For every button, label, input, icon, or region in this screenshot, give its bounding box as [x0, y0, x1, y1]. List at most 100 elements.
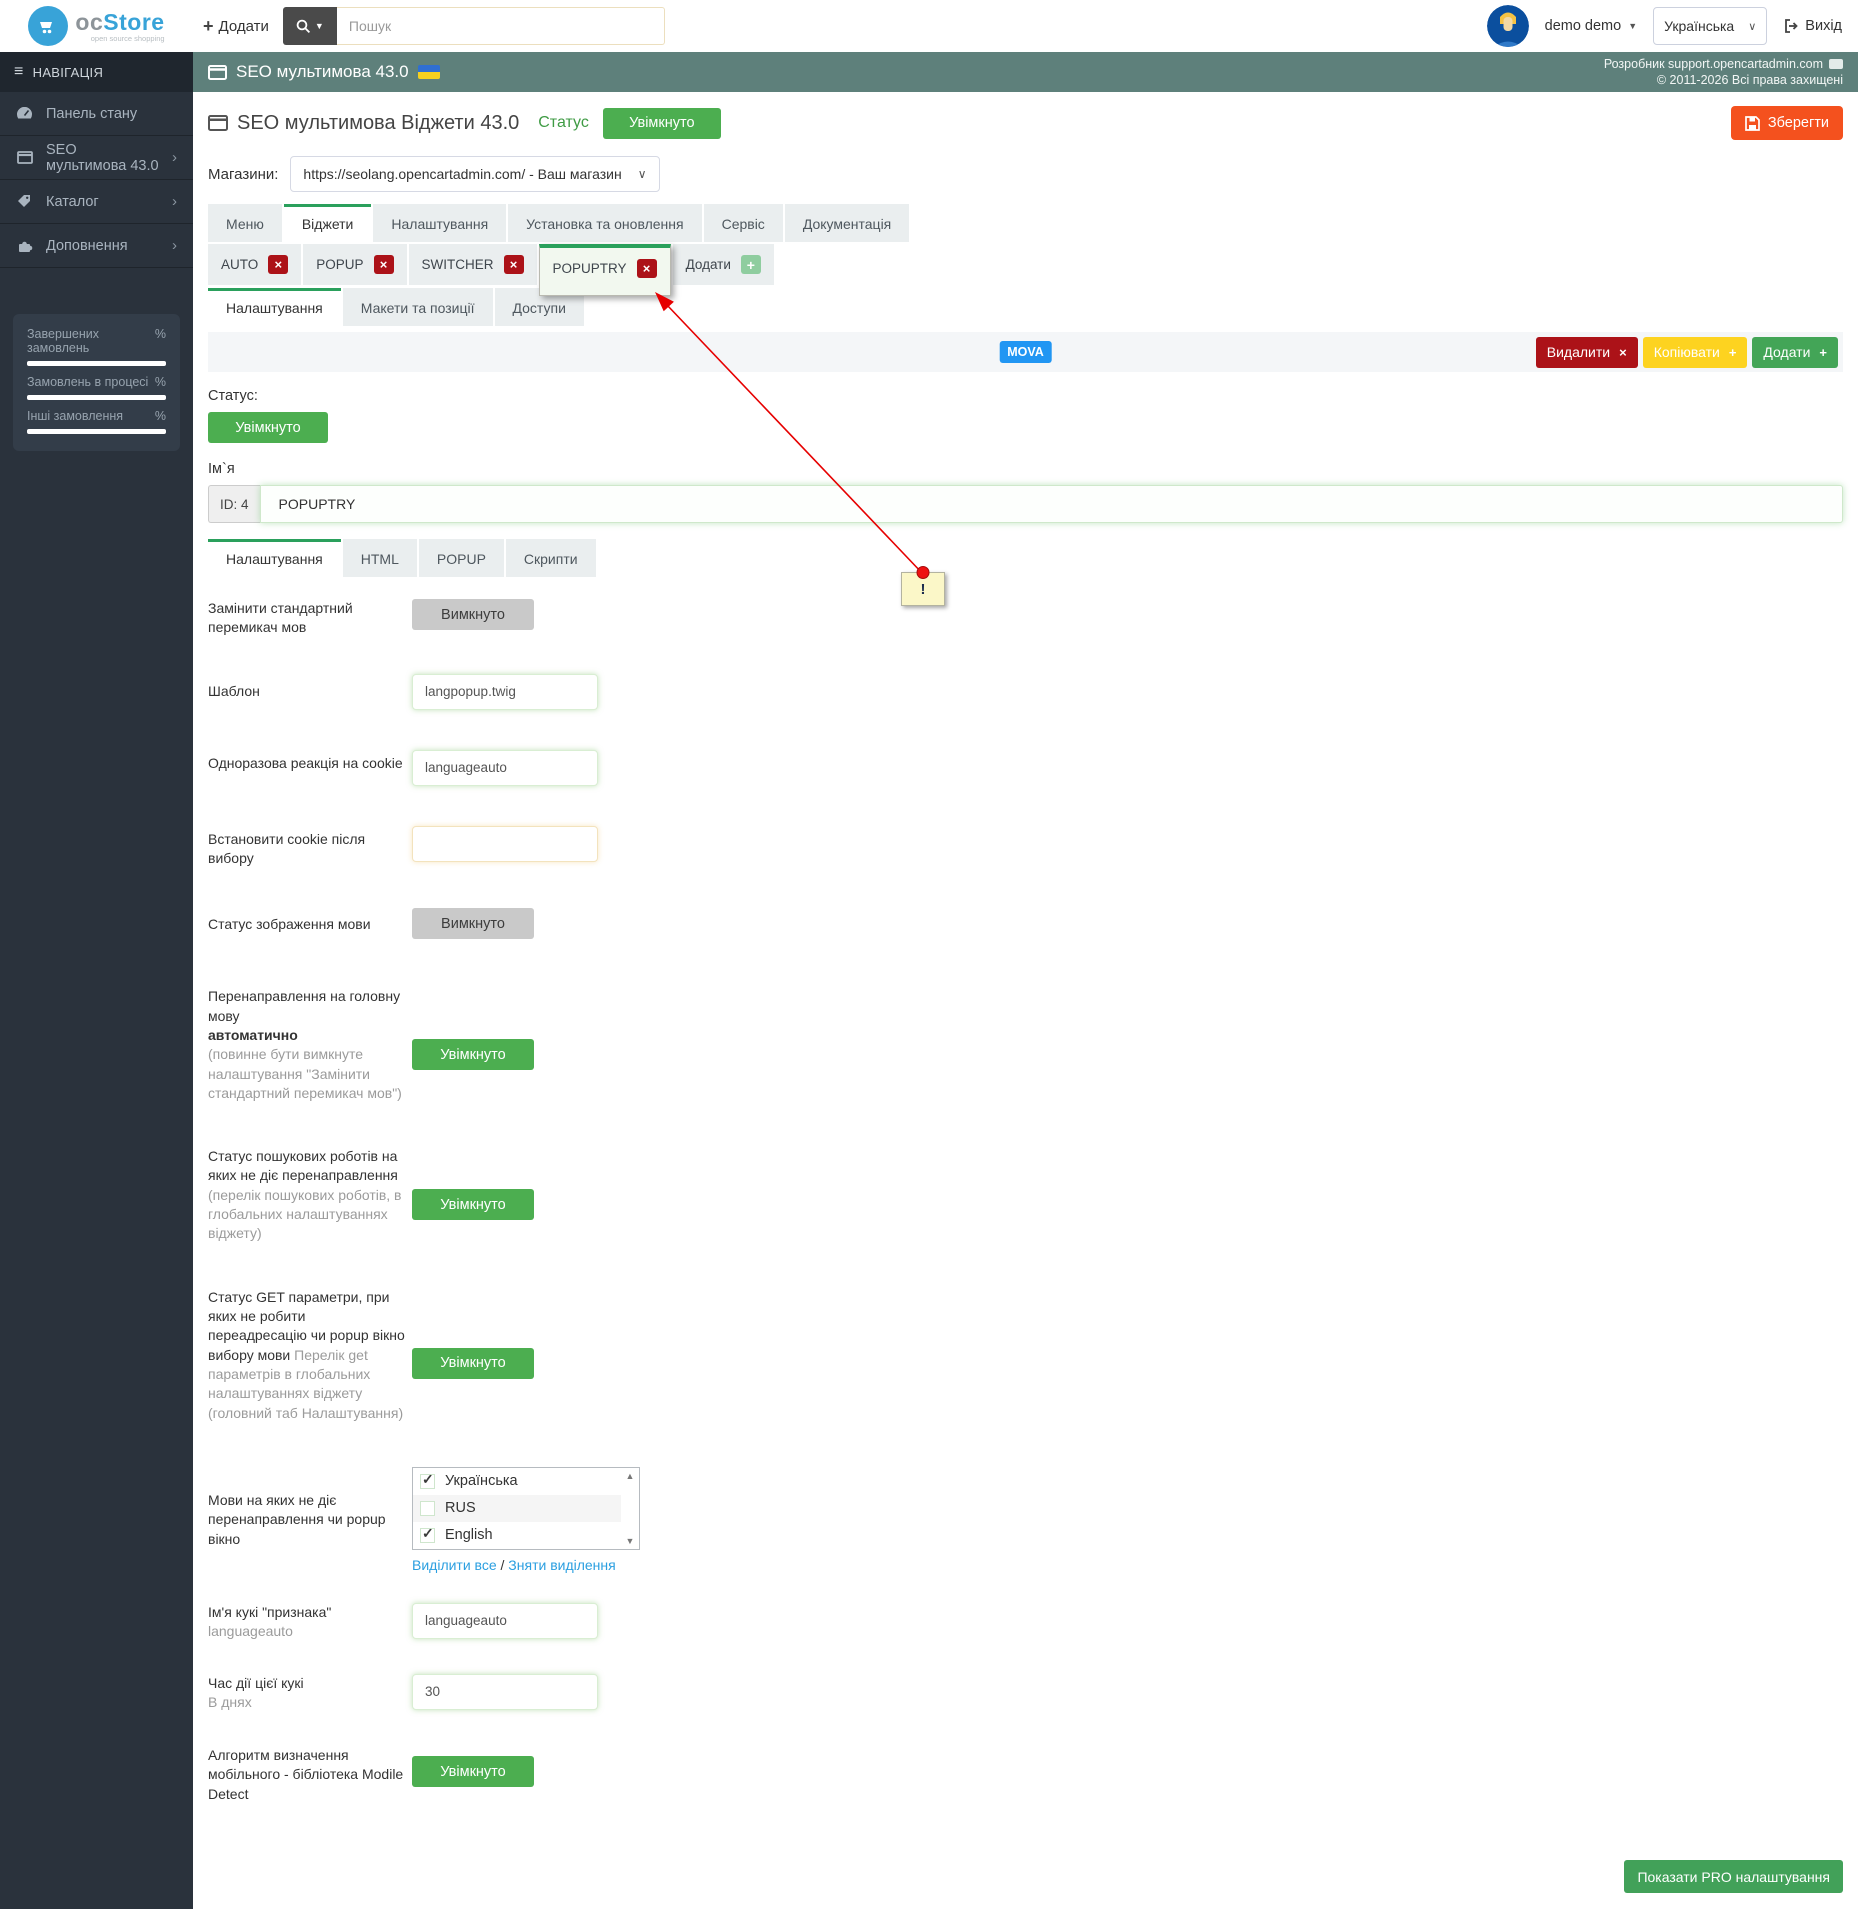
- close-icon[interactable]: ×: [373, 255, 394, 274]
- stat-label: Завершених замовлень: [27, 327, 100, 355]
- delete-button[interactable]: Видалити ×: [1535, 336, 1638, 368]
- toggle-search-bots-status[interactable]: Увімкнуто: [412, 1189, 534, 1221]
- page-title-text: SEO мультимова Віджети 43.0: [237, 111, 520, 134]
- scroll-up-icon[interactable]: ▲: [626, 1471, 635, 1481]
- checkbox-icon[interactable]: [420, 1471, 435, 1489]
- window-icon: [208, 64, 227, 80]
- show-pro-settings-button[interactable]: Показати PRO налаштування: [1624, 1860, 1843, 1894]
- checkbox-icon[interactable]: [420, 1525, 435, 1543]
- language-option-english[interactable]: English: [413, 1522, 621, 1549]
- widget-tab-popup[interactable]: POPUP ×: [303, 244, 407, 285]
- tab-documentation[interactable]: Документація: [784, 204, 910, 242]
- window-icon: [208, 115, 228, 131]
- add-button[interactable]: Додати +: [1752, 336, 1838, 368]
- save-button[interactable]: Зберегти: [1730, 106, 1843, 140]
- ukraine-flag-icon: [417, 65, 440, 79]
- widget-tab-switcher[interactable]: SWITCHER ×: [408, 244, 537, 285]
- store-select[interactable]: https://seolang.opencartadmin.com/ - Ваш…: [290, 156, 660, 192]
- language-select[interactable]: Українська ∨: [1653, 7, 1768, 45]
- tab-inner-popup[interactable]: POPUP: [418, 539, 504, 577]
- close-icon[interactable]: ×: [268, 255, 289, 274]
- search-input[interactable]: [336, 7, 665, 45]
- field-label: Встановити cookie після вибору: [208, 830, 366, 866]
- field-mobile-detect: Алгоритм визначення мобільного - бібліот…: [208, 1746, 1843, 1804]
- widget-status-toggle[interactable]: Увімкнуто: [208, 412, 328, 443]
- tab-install-update[interactable]: Установка та оновлення: [508, 204, 702, 242]
- template-input[interactable]: [412, 673, 598, 710]
- stat-processing-orders: Замовлень в процесі %: [27, 375, 166, 400]
- field-template: Шаблон: [208, 673, 1843, 710]
- field-excluded-languages: Мови на яких не діє перенаправлення чи p…: [208, 1466, 1843, 1573]
- logo-text-store: Store: [103, 9, 165, 35]
- tab-widgets[interactable]: Віджети: [283, 204, 372, 242]
- toggle-redirect-main-language[interactable]: Увімкнуто: [412, 1039, 534, 1071]
- chevron-down-icon: ∨: [1748, 20, 1757, 33]
- set-cookie-input[interactable]: [412, 825, 598, 862]
- widget-tab-auto[interactable]: AUTO ×: [208, 244, 302, 285]
- deselect-all-link[interactable]: Зняти виділення: [508, 1557, 615, 1573]
- select-all-link[interactable]: Виділити все: [412, 1557, 497, 1573]
- stat-completed-orders: Завершених замовлень %: [27, 327, 166, 366]
- cookie-lifetime-input[interactable]: [412, 1673, 598, 1710]
- module-header-bar: SEO мультимова 43.0 Розробник support.op…: [193, 52, 1858, 92]
- search-button[interactable]: ▼: [282, 7, 337, 45]
- user-menu[interactable]: demo demo ▼: [1545, 18, 1638, 34]
- sidebar-item-label: Каталог: [46, 193, 99, 210]
- tab-inner-html[interactable]: HTML: [342, 539, 417, 577]
- close-icon[interactable]: ×: [503, 255, 524, 274]
- cookie-reaction-input[interactable]: [412, 749, 598, 786]
- toggle-mobile-detect[interactable]: Увімкнуто: [412, 1756, 534, 1788]
- widget-tab-label: POPUP: [316, 257, 364, 272]
- field-label: Мови на яких не діє перенаправлення чи p…: [208, 1491, 386, 1547]
- logo[interactable]: ocStore open source shopping: [0, 6, 193, 46]
- toggle-get-params-status[interactable]: Увімкнуто: [412, 1347, 534, 1379]
- stat-unit: %: [154, 375, 166, 389]
- widget-inner-tabs: Налаштування HTML POPUP Скрипти: [208, 539, 1843, 577]
- window-icon: [16, 151, 33, 164]
- field-cookie-flag-name: Ім'я кукі "признака" languageauto: [208, 1602, 1843, 1642]
- sidebar-navigation-header[interactable]: ≡ НАВІГАЦІЯ: [0, 52, 193, 92]
- field-hint: languageauto: [208, 1623, 293, 1640]
- sidebar-item-dashboard[interactable]: Панель стану: [0, 92, 193, 136]
- tab-inner-scripts[interactable]: Скрипти: [505, 539, 596, 577]
- save-button-label: Зберегти: [1767, 115, 1829, 131]
- toggle-language-image-status[interactable]: Вимкнуто: [412, 908, 534, 940]
- tab-settings[interactable]: Налаштування: [373, 204, 507, 242]
- tab-widget-settings[interactable]: Налаштування: [208, 288, 341, 326]
- close-icon[interactable]: ×: [636, 259, 657, 278]
- x-icon: ×: [1619, 344, 1627, 360]
- top-header: ocStore open source shopping + Додати ▼: [0, 0, 1858, 52]
- languages-multiselect[interactable]: Українська RUS English: [412, 1466, 640, 1550]
- checkbox-icon[interactable]: [420, 1500, 435, 1516]
- mova-badge: MOVA: [999, 341, 1052, 363]
- avatar[interactable]: [1486, 5, 1529, 47]
- sidebar-item-extensions[interactable]: Доповнення ›: [0, 224, 193, 268]
- tab-menu[interactable]: Меню: [208, 204, 282, 242]
- widget-tab-add[interactable]: Додати +: [672, 244, 774, 285]
- stat-other-orders: Інші замовлення %: [27, 409, 166, 434]
- pin-icon: [916, 566, 930, 579]
- tab-layouts-positions[interactable]: Макети та позиції: [342, 288, 493, 326]
- module-tabs: Меню Віджети Налаштування Установка та о…: [208, 204, 1843, 242]
- logout-button[interactable]: Вихід: [1783, 18, 1842, 34]
- sidebar-item-seo-multilang[interactable]: SEO мультимова 43.0 ›: [0, 136, 193, 180]
- status-label: Статус: [538, 114, 589, 131]
- language-option-ukrainian[interactable]: Українська: [413, 1468, 621, 1495]
- widget-add-label: Додати: [685, 257, 731, 272]
- toggle-replace-standard-switcher[interactable]: Вимкнуто: [412, 599, 534, 630]
- field-label-bold: автоматично: [208, 1026, 298, 1043]
- scroll-down-icon[interactable]: ▼: [626, 1536, 635, 1546]
- cookie-flag-name-input[interactable]: [412, 1602, 598, 1639]
- module-status-toggle[interactable]: Увімкнуто: [602, 107, 721, 139]
- tab-service[interactable]: Сервіс: [703, 204, 783, 242]
- tab-inner-settings[interactable]: Налаштування: [208, 539, 341, 577]
- chevron-right-icon: ›: [172, 193, 177, 210]
- copy-button[interactable]: Копіювати +: [1642, 336, 1748, 368]
- widget-name-input[interactable]: [259, 485, 1843, 523]
- scrollbar[interactable]: ▲ ▼: [621, 1468, 639, 1549]
- sidebar-item-catalog[interactable]: Каталог ›: [0, 180, 193, 224]
- field-language-image-status: Статус зображення мови Вимкнуто: [208, 908, 1843, 940]
- widget-tab-popuptry[interactable]: POPUPTRY ×: [538, 244, 671, 296]
- language-option-rus[interactable]: RUS: [413, 1494, 621, 1522]
- add-button[interactable]: + Додати: [203, 16, 269, 37]
